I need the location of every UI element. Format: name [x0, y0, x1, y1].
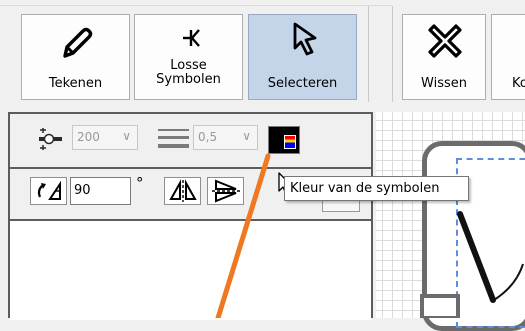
select-button[interactable]: Selecteren [248, 14, 357, 100]
rotate-button[interactable] [30, 177, 67, 205]
loose-symbol-icon [183, 29, 200, 47]
mirror-horizontal-icon [169, 179, 197, 202]
color-tooltip: Kleur van de symbolen [284, 176, 469, 201]
toolbar-separator [392, 6, 393, 102]
partial-button-label: Ko [512, 76, 525, 91]
symbol-size-value: 200 [77, 130, 100, 144]
toolbar-separator [368, 6, 369, 102]
mirror-vertical-button[interactable] [207, 177, 244, 205]
rotation-input[interactable]: 90 [70, 177, 131, 205]
cursor-arrow-icon [293, 22, 317, 56]
options-panel-lower-area [10, 221, 371, 320]
erase-x-icon [428, 24, 462, 58]
erase-button-label: Wissen [421, 76, 467, 91]
symbol-size-icon [39, 128, 62, 150]
draw-button-label: Tekenen [48, 76, 103, 91]
loose-symbols-button[interactable]: Losse Symbolen [134, 14, 243, 100]
mirror-vertical-icon [212, 179, 240, 203]
mirror-horizontal-button[interactable] [164, 177, 201, 205]
canvas-header-strip [376, 104, 525, 112]
draw-button[interactable]: Tekenen [21, 14, 130, 100]
partial-button[interactable]: Ko [491, 14, 525, 100]
loose-symbols-button-label: Losse Symbolen [156, 58, 221, 87]
toolbar-top-line [0, 5, 392, 6]
degree-symbol: ° [136, 174, 144, 192]
canvas-door-symbol [420, 211, 524, 318]
symbol-color-swatch[interactable] [268, 126, 300, 154]
drawing-canvas[interactable] [376, 112, 525, 331]
color-mix-icon [284, 135, 296, 149]
select-button-label: Selecteren [267, 76, 338, 91]
line-width-value: 0,5 [198, 130, 218, 144]
erase-button[interactable]: Wissen [402, 14, 486, 100]
line-width-icon [158, 129, 189, 148]
line-width-select[interactable]: 0,5 ∨ [193, 125, 258, 150]
rotate-angle-icon [37, 180, 61, 200]
chevron-down-icon: ∨ [242, 129, 251, 143]
pencil-icon [63, 27, 93, 58]
rotation-value: 90 [74, 183, 91, 198]
options-panel-divider [10, 167, 371, 169]
chevron-down-icon: ∨ [122, 129, 131, 143]
symbol-size-select[interactable]: 200 ∨ [72, 125, 138, 150]
